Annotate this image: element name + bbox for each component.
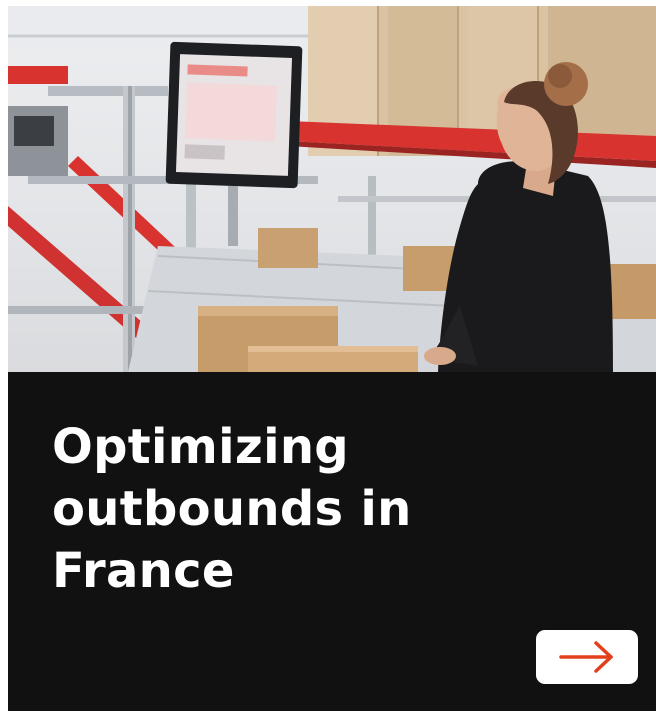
warehouse-illustration — [8, 6, 656, 372]
read-more-button[interactable] — [536, 630, 638, 684]
headline-line-1: Optimizing — [52, 419, 349, 475]
headline-line-3: France — [52, 543, 235, 599]
headline-line-2: outbounds in — [52, 481, 412, 537]
card-headline: Optimizing outbounds in France — [52, 416, 612, 602]
arrow-right-icon — [559, 641, 613, 673]
article-card[interactable]: Optimizing outbounds in France — [8, 6, 656, 711]
hero-photo — [8, 6, 656, 372]
